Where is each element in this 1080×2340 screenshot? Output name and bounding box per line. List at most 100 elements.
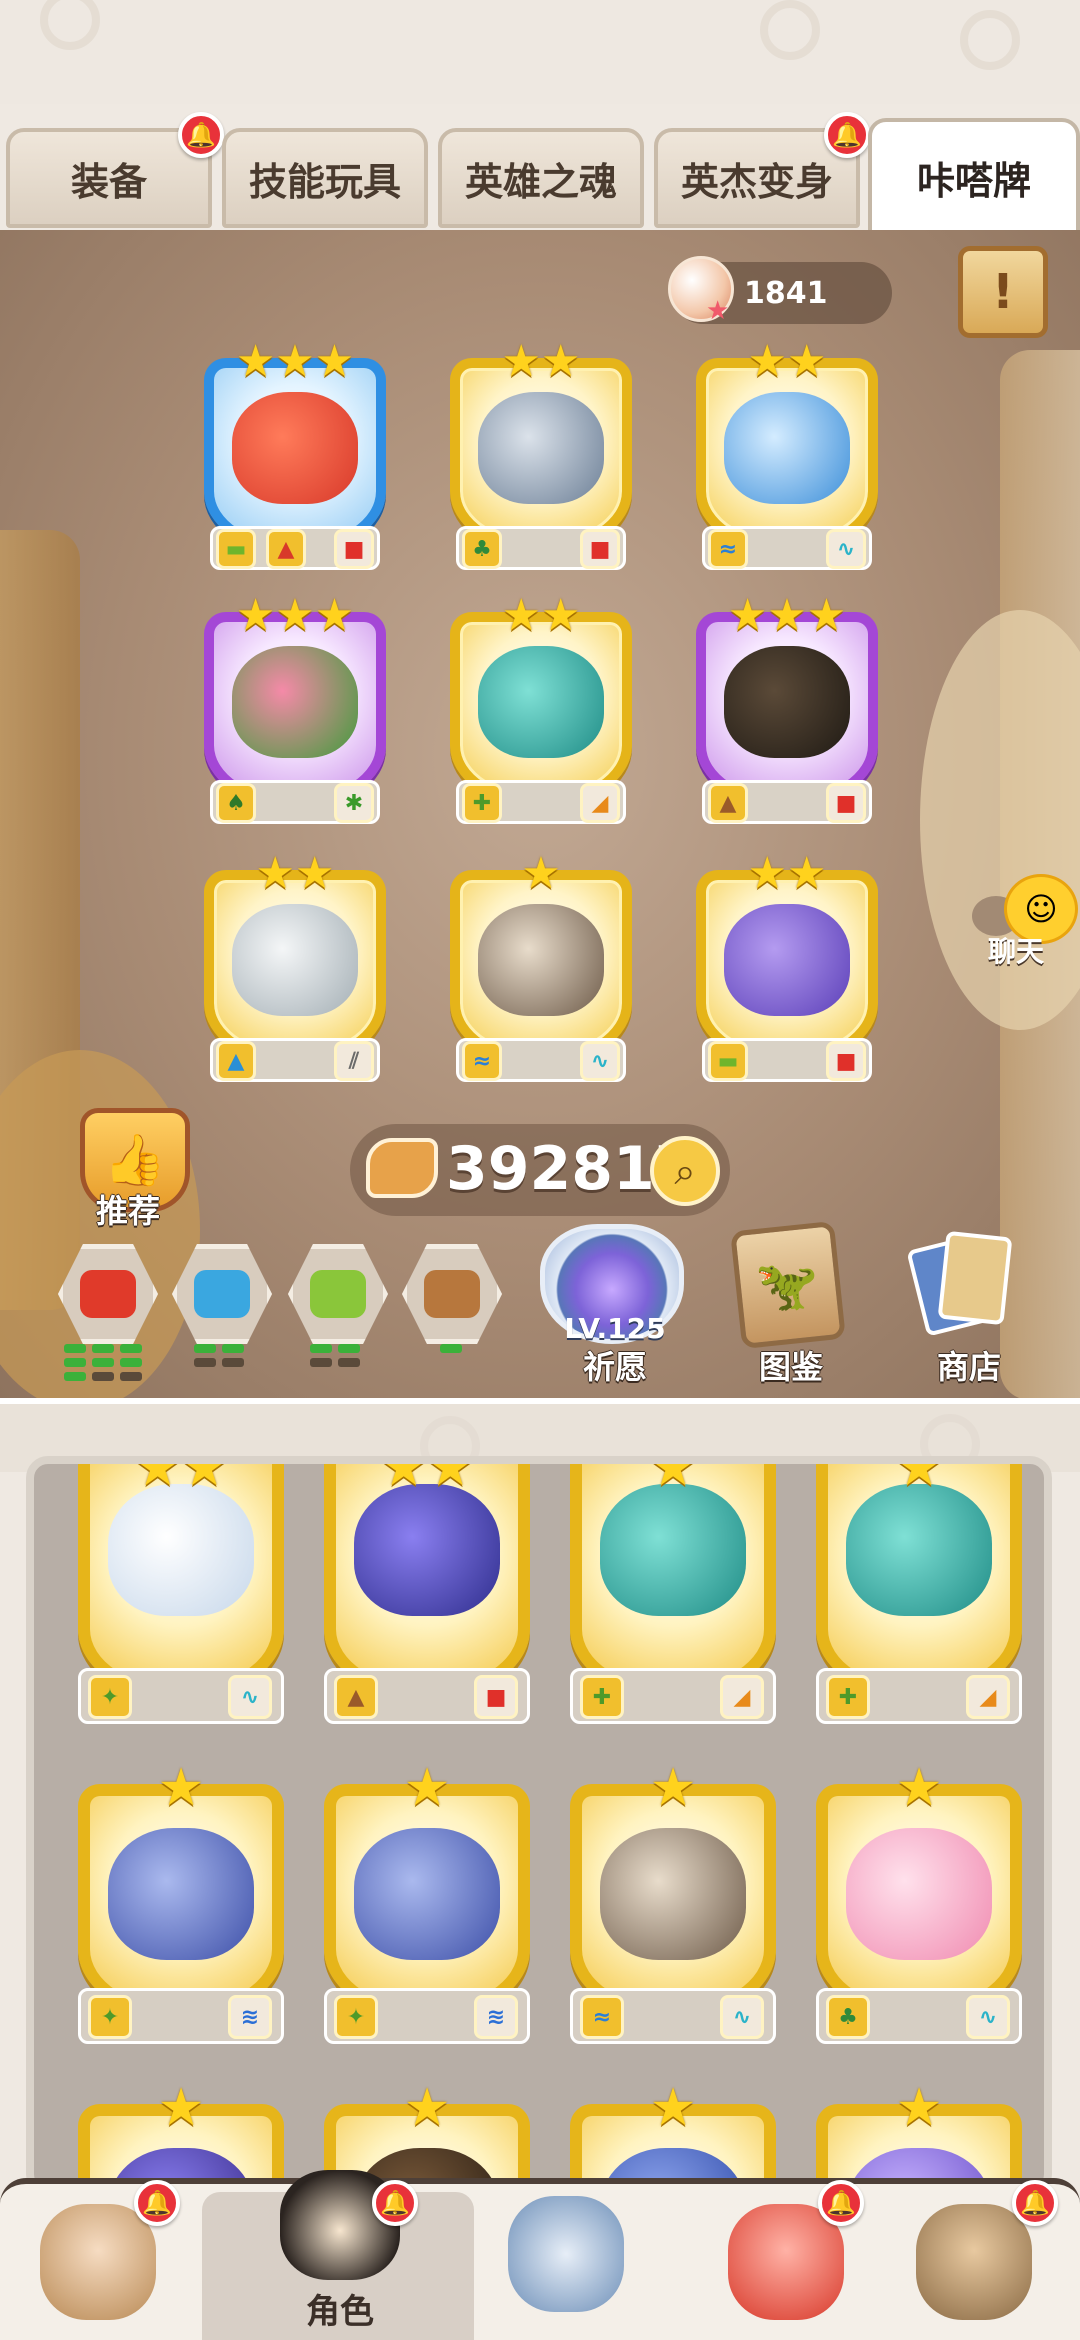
teal-dragon-portrait [846,1484,992,1616]
star-rating: ★ [157,2078,205,2138]
deck-card[interactable]: ★★ ✚ ◢ [450,594,632,826]
scroll-quest-icon[interactable]: ! [958,246,1048,338]
inventory-card[interactable]: ★ ✦ ≋ [324,1762,530,2060]
pray-label[interactable]: 祈愿 [570,1342,660,1388]
star-rating: ★ [895,1758,943,1818]
level-bar [440,1344,462,1353]
alert-bell-icon: 🔔 [372,2180,418,2226]
star-rating: ★★ [747,336,827,387]
level-bar [338,1344,360,1353]
deck-card[interactable]: ★★★ ▲ ■ [696,594,878,826]
sword-shield-icon[interactable] [508,2196,624,2312]
pterosaur-portrait [600,1828,746,1960]
wind-element-icon: ∿ [720,1995,764,2039]
level-bar [92,1344,114,1353]
star-rating: ★ [649,2078,697,2138]
recommend-label[interactable]: 推荐 [96,1186,160,1232]
cards-hand-icon[interactable] [906,1230,1030,1340]
inventory-card[interactable]: ★ ♣ ∿ [816,1762,1022,2060]
alert-bell-icon: 🔔 [134,2180,180,2226]
level-bar [338,1358,360,1367]
blue-werewolf-portrait [354,1828,500,1960]
magnifier-icon[interactable]: ⌕ [650,1136,720,1206]
white-tiger-portrait [232,904,358,1016]
deck-card[interactable]: ★★ ≈ ∿ [696,340,878,572]
swirl-decoration [40,0,100,50]
cactus-element-icon: ✚ [462,783,502,823]
tiki-mask-icon[interactable] [916,2204,1032,2320]
deck-card[interactable]: ★★★ ♠ ✱ [204,594,386,826]
chat-label[interactable]: 聊天 [988,930,1044,970]
star-rating: ★ [895,2078,943,2138]
card-inventory: ★★ ✦ ∿ ★★ ▲ ■ ★ ✚ ◢ ★ ✚ ◢ ★ ✦ ≋ ★ ✦ ≋ ★ … [26,1456,1052,2196]
tab-hero-soul[interactable]: 英雄之魂 [438,128,644,228]
dark-lava-dragon-portrait [724,646,850,758]
mountain-element-icon: ▲ [334,1675,378,1719]
deck-card[interactable]: ★★★ ▬ ▲ ■ [204,340,386,572]
tab-label: 咔嗒牌 [916,158,1031,203]
inventory-card[interactable]: ★ ✚ ◢ [570,1464,776,1740]
level-bar [194,1344,216,1353]
tab-label: 装备 [70,159,147,204]
level-bar [222,1344,244,1353]
deck-card[interactable]: ★★ ▬ ■ [696,852,878,1084]
star-rating: ★★ [380,1456,474,1498]
mountain-level-bars [438,1344,468,1386]
pterosaur-portrait [478,904,604,1016]
grey-shark-dino-portrait [478,392,604,504]
tab-label: 英杰变身 [680,159,833,204]
deck-card[interactable]: ★★ ♣ ■ [450,340,632,572]
level-bar [120,1372,142,1381]
caveman-icon[interactable] [40,2204,156,2320]
claw-element-icon: ◢ [580,783,620,823]
water-wyvern-portrait [724,392,850,504]
bone-icon [366,1138,438,1198]
fire-element-icon: ■ [474,1675,518,1719]
teal-dragon-portrait [600,1484,746,1616]
tab-click-cards[interactable]: 咔嗒牌 [868,118,1080,236]
level-bar [120,1344,142,1353]
star-rating: ★ [157,1758,205,1818]
pink-bird-portrait [846,1828,992,1960]
shop-label[interactable]: 商店 [924,1342,1014,1388]
star-rating: ★★★ [235,336,355,387]
water-element-icon: ≈ [708,529,748,569]
fire-element-icon: ■ [826,1041,866,1081]
mountain-element-icon: ▲ [216,1041,256,1081]
fire-element-icon: ■ [334,529,374,569]
inventory-card[interactable]: ★ ✦ ≋ [78,1762,284,2060]
deck-card[interactable]: ★ ≈ ∿ [450,852,632,1084]
fire-level-bars [62,1344,152,1386]
cactus-element-icon: ✚ [826,1675,870,1719]
alert-bell-icon: 🔔 [824,112,870,158]
level-bar [92,1372,114,1381]
star-rating: ★★ [747,848,827,899]
alert-bell-icon: 🔔 [1012,2180,1058,2226]
jungle-element-icon: ♠ [216,783,256,823]
dex-label[interactable]: 图鉴 [746,1342,836,1388]
dino-scroll-icon[interactable]: 🦖 [730,1220,846,1350]
star-rating: ★ [895,1456,943,1498]
water-element-icon [194,1270,250,1318]
inventory-card[interactable]: ★ ≈ ∿ [570,1762,776,2060]
inventory-card[interactable]: ★★ ▲ ■ [324,1464,530,1740]
inventory-card[interactable]: ★ ✚ ◢ [816,1464,1022,1740]
blue-werewolf-portrait [108,1828,254,1960]
tab-skill-toys[interactable]: 技能玩具 [222,128,428,228]
star-rating: ★★ [501,590,581,641]
top-decor-band [0,0,1080,104]
turtle-element-icon: ✦ [88,1995,132,2039]
star-rating: ★ [403,2078,451,2138]
deck-card[interactable]: ★★ ▲ ⫽ [204,852,386,1084]
level-bar [64,1372,86,1381]
slash-element-icon: ⫽ [334,1041,374,1081]
inventory-card[interactable]: ★★ ✦ ∿ [78,1464,284,1740]
card-front [937,1230,1013,1326]
starfish-icon: ★ [706,296,730,326]
teal-dragon-portrait [478,646,604,758]
wave-element-icon: ≋ [228,1995,272,2039]
cactus-element-icon: ✚ [580,1675,624,1719]
mountain-element-icon: ▲ [266,529,306,569]
grass-level-bars [308,1344,368,1386]
nav-label-character[interactable]: 角色 [300,2284,380,2333]
